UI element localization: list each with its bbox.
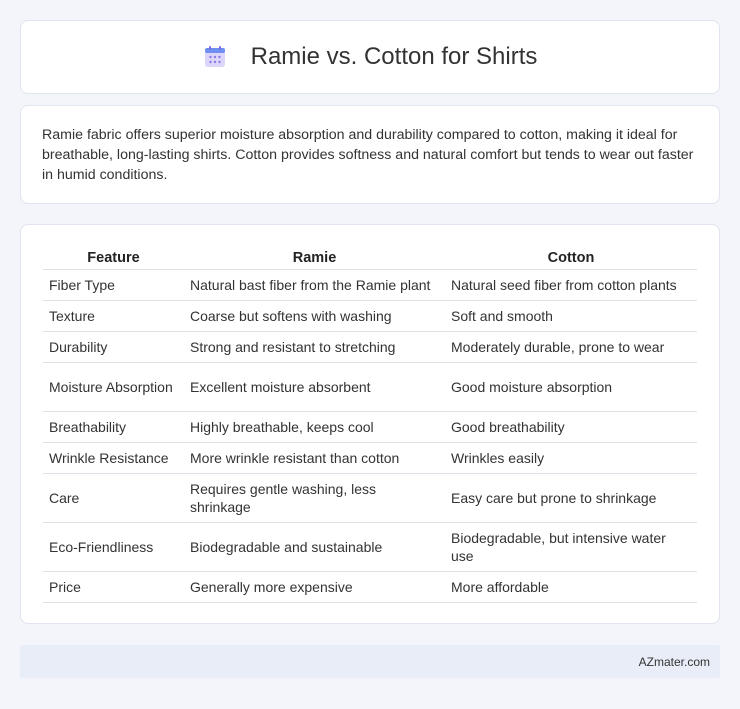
ramie-cell: Excellent moisture absorbent xyxy=(184,362,445,412)
table-row: Breathability Highly breathable, keeps c… xyxy=(43,411,697,443)
comparison-table-card: Feature Ramie Cotton Fiber Type Natural … xyxy=(20,224,720,624)
feature-cell: Eco-Friendliness xyxy=(43,522,184,572)
cotton-cell: Wrinkles easily xyxy=(445,442,697,474)
table-row: Wrinkle Resistance More wrinkle resistan… xyxy=(43,442,697,474)
table-row: Eco-Friendliness Biodegradable and susta… xyxy=(43,522,697,572)
ramie-cell: Highly breathable, keeps cool xyxy=(184,411,445,443)
footer-brand[interactable]: AZmater.com xyxy=(639,655,710,669)
page-title: Ramie vs. Cotton for Shirts xyxy=(250,43,538,70)
feature-cell: Wrinkle Resistance xyxy=(43,442,184,474)
calendar-icon xyxy=(203,45,227,69)
summary-card: Ramie fabric offers superior moisture ab… xyxy=(20,105,720,204)
cotton-cell: Good breathability xyxy=(445,411,697,443)
cotton-cell: Biodegradable, but intensive water use xyxy=(445,522,697,572)
ramie-cell: Generally more expensive xyxy=(184,571,445,603)
header-card: Ramie vs. Cotton for Shirts xyxy=(20,20,720,94)
header-ramie: Ramie xyxy=(184,245,445,270)
cotton-cell: Good moisture absorption xyxy=(445,362,697,412)
table-row: Texture Coarse but softens with washing … xyxy=(43,300,697,332)
ramie-cell: Coarse but softens with washing xyxy=(184,300,445,332)
cotton-cell: Natural seed fiber from cotton plants xyxy=(445,269,697,301)
feature-cell: Price xyxy=(43,571,184,603)
feature-cell: Breathability xyxy=(43,411,184,443)
feature-cell: Durability xyxy=(43,331,184,363)
title-wrap: Ramie vs. Cotton for Shirts xyxy=(203,43,538,71)
table-row: Price Generally more expensive More affo… xyxy=(43,571,697,603)
cotton-cell: Moderately durable, prone to wear xyxy=(445,331,697,363)
ramie-cell: Strong and resistant to stretching xyxy=(184,331,445,363)
table-row: Durability Strong and resistant to stret… xyxy=(43,331,697,363)
table-row: Care Requires gentle washing, less shrin… xyxy=(43,473,697,523)
cotton-cell: Easy care but prone to shrinkage xyxy=(445,473,697,523)
table-row: Fiber Type Natural bast fiber from the R… xyxy=(43,269,697,301)
table-row: Moisture Absorption Excellent moisture a… xyxy=(43,362,697,412)
comparison-table: Feature Ramie Cotton Fiber Type Natural … xyxy=(43,245,697,603)
feature-cell: Texture xyxy=(43,300,184,332)
feature-cell: Fiber Type xyxy=(43,269,184,301)
ramie-cell: Requires gentle washing, less shrinkage xyxy=(184,473,445,523)
table-header-row: Feature Ramie Cotton xyxy=(43,245,697,270)
feature-cell: Care xyxy=(43,473,184,523)
ramie-cell: Natural bast fiber from the Ramie plant xyxy=(184,269,445,301)
ramie-cell: More wrinkle resistant than cotton xyxy=(184,442,445,474)
summary-text: Ramie fabric offers superior moisture ab… xyxy=(42,127,694,183)
header-cotton: Cotton xyxy=(445,245,697,270)
footer: AZmater.com xyxy=(20,645,720,678)
ramie-cell: Biodegradable and sustainable xyxy=(184,522,445,572)
header-feature: Feature xyxy=(43,245,184,270)
feature-cell: Moisture Absorption xyxy=(43,362,184,412)
cotton-cell: More affordable xyxy=(445,571,697,603)
cotton-cell: Soft and smooth xyxy=(445,300,697,332)
